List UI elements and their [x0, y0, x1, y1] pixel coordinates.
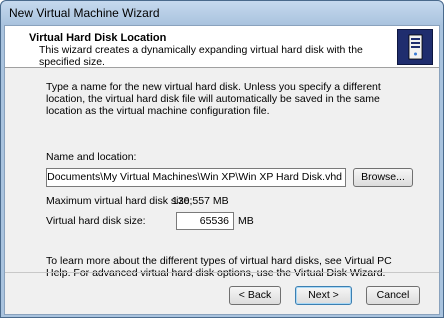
wizard-header: Virtual Hard Disk Location This wizard c…	[5, 26, 439, 68]
name-location-label: Name and location:	[46, 151, 137, 163]
intro-text: Type a name for the new virtual hard dis…	[46, 81, 381, 117]
virtual-machine-icon	[397, 29, 433, 65]
wizard-body: Type a name for the new virtual hard dis…	[5, 69, 439, 279]
max-size-label: Maximum virtual hard disk size:	[46, 195, 193, 207]
learn-more-text: To learn more about the different types …	[46, 255, 392, 279]
name-location-input[interactable]: C:\Users\Penelope\Documents\My Virtual M…	[46, 168, 346, 187]
window-title: New Virtual Machine Wizard	[9, 6, 160, 20]
path-value: C:\Users\Penelope\Documents\My Virtual M…	[47, 171, 342, 183]
title-bar[interactable]: New Virtual Machine Wizard	[1, 1, 443, 25]
back-button[interactable]: < Back	[229, 286, 281, 305]
max-size-value: 130,557 MB	[172, 195, 229, 207]
wizard-client-area: Virtual Hard Disk Location This wizard c…	[4, 25, 440, 315]
next-button[interactable]: Next >	[295, 286, 352, 305]
footer-divider	[5, 272, 439, 273]
page-title: Virtual Hard Disk Location	[29, 32, 167, 44]
browse-button[interactable]: Browse...	[353, 168, 413, 187]
disk-size-unit: MB	[238, 215, 254, 227]
disk-size-label: Virtual hard disk size:	[46, 215, 146, 227]
page-description: This wizard creates a dynamically expand…	[39, 44, 363, 68]
wizard-window: New Virtual Machine Wizard Virtual Hard …	[0, 0, 444, 318]
cancel-button[interactable]: Cancel	[366, 286, 420, 305]
disk-size-input[interactable]: 65536	[176, 212, 234, 230]
